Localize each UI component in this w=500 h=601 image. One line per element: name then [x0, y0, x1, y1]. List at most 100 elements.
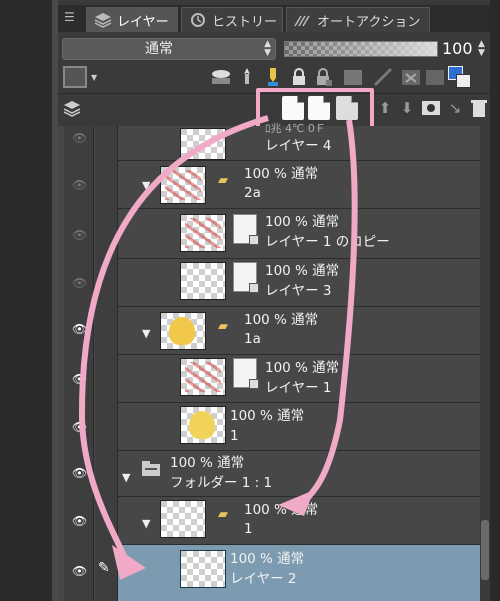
row-divider	[118, 496, 490, 497]
layer-color-pair[interactable]	[448, 66, 472, 88]
row-divider	[118, 160, 490, 161]
chevron-down-icon[interactable]: ▼	[91, 73, 97, 82]
reference-layer-icon[interactable]	[236, 66, 258, 88]
visibility-eye-icon[interactable]: 👁	[72, 373, 88, 385]
folder-icon: ▰	[218, 507, 228, 522]
lock-layer-icon[interactable]	[288, 66, 310, 88]
lock-transparent-pixels-icon[interactable]	[312, 66, 334, 88]
layer-thumbnail[interactable]	[160, 500, 206, 538]
transfer-to-lower-layer-icon[interactable]: ⬆	[374, 97, 396, 119]
mask-icon[interactable]	[342, 66, 364, 88]
clip-to-layer-below-icon[interactable]	[210, 66, 232, 88]
merge-down-icon[interactable]: ⬇	[396, 97, 418, 119]
visibility-eye-icon[interactable]: 👁	[72, 515, 88, 527]
layer-thumbnail[interactable]	[180, 128, 226, 160]
layer-mask-thumbnail[interactable]	[233, 358, 259, 389]
visibility-eye-icon[interactable]: 👁	[72, 323, 88, 335]
layer-blend-info: 100 % 通常	[230, 551, 305, 567]
visibility-column	[64, 126, 94, 601]
layer-name[interactable]: 1	[244, 521, 253, 538]
folder-toggle-chevron-icon[interactable]: ▼	[142, 328, 152, 339]
folder-toggle-chevron-icon[interactable]: ▼	[142, 180, 152, 191]
sub-color-swatch[interactable]	[456, 74, 471, 88]
layer-blend-info: 100 % 通常	[170, 455, 245, 471]
tab-auto-action-label: オートアクション	[317, 14, 421, 30]
tab-layer[interactable]: レイヤー	[86, 7, 178, 32]
trash-icon[interactable]	[468, 97, 490, 119]
edit-target-column	[95, 126, 118, 601]
layer-mask-thumbnail[interactable]	[233, 262, 259, 293]
folder-toggle-chevron-icon[interactable]: ▼	[142, 518, 152, 529]
layer-name-partial: ﾛ兆 4℃ 0Ｆ	[265, 122, 326, 135]
layer-color-swatch[interactable]	[63, 66, 87, 88]
ruler-icon[interactable]	[372, 66, 394, 88]
layer-thumbnail[interactable]	[180, 358, 226, 396]
blend-mode-value: 通常	[145, 41, 173, 57]
layer-blend-info: 100 % 通常	[265, 263, 340, 279]
layer-name[interactable]: レイヤー 1	[265, 380, 331, 397]
visibility-eye-icon[interactable]: 👁	[72, 179, 88, 191]
panel-menu-icon[interactable]: ☰	[64, 10, 80, 28]
layer-mask-thumbnail[interactable]	[233, 214, 259, 245]
history-icon	[188, 12, 208, 28]
clip-icon[interactable]: ↘	[444, 97, 466, 119]
layer-name[interactable]: 1	[230, 428, 239, 445]
layer-thumbnail[interactable]	[180, 406, 226, 444]
visibility-eye-icon[interactable]: 👁	[72, 132, 88, 144]
opacity-stepper-icon[interactable]: ▲ ▼	[478, 40, 485, 58]
layer-thumbnail[interactable]	[180, 214, 226, 252]
folder-toggle-chevron-icon[interactable]: ▼	[122, 472, 132, 483]
layer-blend-info: 100 % 通常	[244, 312, 319, 328]
row-divider	[118, 306, 490, 307]
visibility-eye-icon[interactable]: 👁	[72, 229, 88, 241]
visibility-eye-icon[interactable]: 👁	[72, 467, 88, 479]
visibility-eye-icon[interactable]: 👁	[72, 277, 88, 289]
layer-name[interactable]: レイヤー 1 のコピー	[265, 234, 390, 251]
tab-auto-action[interactable]: オートアクション	[286, 7, 430, 32]
delete-mask-icon[interactable]	[400, 66, 422, 88]
row-divider	[118, 450, 490, 451]
row-divider	[118, 402, 490, 403]
visibility-eye-icon[interactable]: 👁	[72, 421, 88, 433]
edit-target-pen-icon[interactable]: ✎	[98, 560, 114, 576]
layer-blend-info: 100 % 通常	[230, 408, 305, 424]
layer-name[interactable]: レイヤー 3	[265, 283, 331, 300]
draft-layer-icon[interactable]	[262, 66, 284, 88]
layer-name[interactable]: フォルダー 1 : 1	[170, 475, 272, 492]
row-divider	[118, 354, 490, 355]
right-edge	[490, 0, 500, 601]
scrollbar-thumb[interactable]	[481, 520, 489, 580]
layer-name[interactable]: レイヤー 4	[265, 138, 331, 155]
layer-stack-icon[interactable]	[62, 100, 82, 118]
blend-mode-select[interactable]: 通常 ▲ ▼	[62, 38, 276, 60]
layer-thumbnail[interactable]	[180, 262, 226, 300]
tab-history[interactable]: ヒストリー	[181, 7, 283, 32]
row-divider	[118, 258, 490, 259]
opacity-value[interactable]: 100	[442, 38, 478, 60]
folder-layer-icon	[140, 458, 162, 480]
row-divider	[118, 208, 490, 209]
apply-mask-icon[interactable]	[424, 66, 446, 88]
folder-icon: ▰	[218, 173, 228, 188]
layer-thumbnail[interactable]	[160, 312, 206, 350]
opacity-slider[interactable]	[284, 41, 438, 57]
select-arrows-icon: ▲ ▼	[264, 39, 271, 58]
layers-icon	[93, 12, 113, 28]
visibility-eye-icon[interactable]: 👁	[72, 565, 88, 577]
add-layer-mask-icon[interactable]	[420, 97, 442, 119]
layer-thumbnail[interactable]	[160, 166, 206, 204]
layer-name[interactable]: 1a	[244, 331, 261, 348]
auto-action-icon	[293, 12, 313, 28]
folder-icon: ▰	[218, 319, 228, 334]
layer-thumbnail[interactable]	[180, 550, 226, 588]
layer-blend-info: 100 % 通常	[244, 502, 319, 518]
left-dock	[0, 0, 58, 601]
tab-layer-label: レイヤー	[117, 14, 169, 30]
layer-blend-info: 100 % 通常	[265, 214, 340, 230]
layer-blend-info: 100 % 通常	[244, 166, 319, 182]
layer-blend-info: 100 % 通常	[265, 360, 340, 376]
tab-history-label: ヒストリー	[212, 14, 278, 30]
layer-name[interactable]: 2a	[244, 185, 261, 202]
row-divider	[118, 544, 490, 545]
layer-name[interactable]: レイヤー 2	[230, 571, 296, 588]
